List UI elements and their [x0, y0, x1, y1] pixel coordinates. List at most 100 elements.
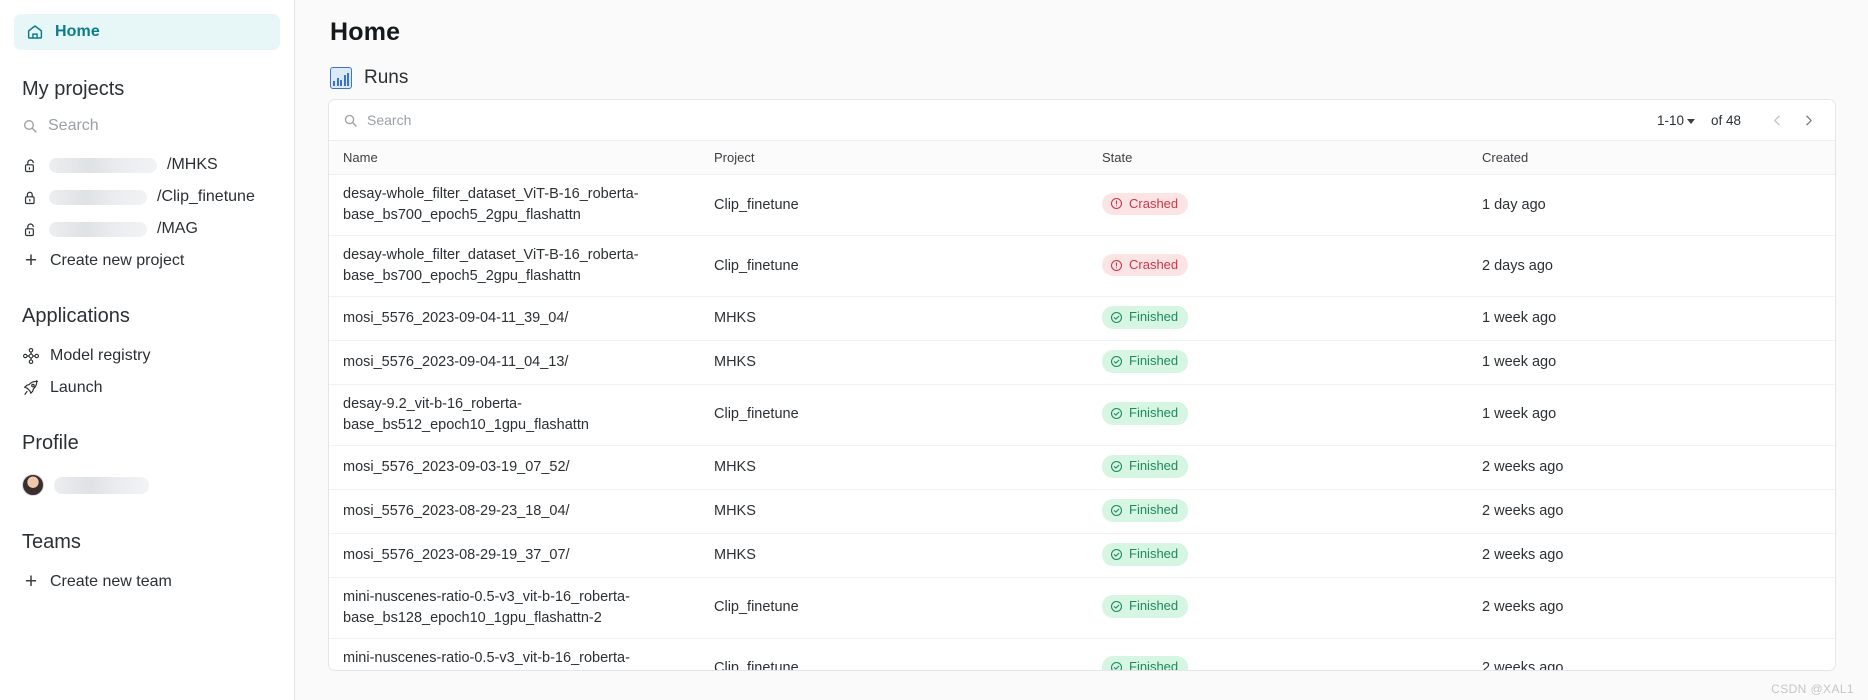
table-row[interactable]: mini-nuscenes-ratio-0.5-v3_vit-b-16_robe…: [329, 577, 1835, 639]
cell-project[interactable]: MHKS: [714, 533, 1102, 578]
chevron-left-icon: [1773, 115, 1780, 125]
table-row[interactable]: desay-9.2_vit-b-16_roberta-base_bs512_ep…: [329, 384, 1835, 446]
page-range-label: 1-10: [1656, 112, 1684, 128]
cell-project[interactable]: Clip_finetune: [714, 235, 1102, 298]
check-circle-icon: [1110, 311, 1123, 324]
table-row[interactable]: mosi_5576_2023-09-04-11_39_04/MHKS Finish…: [329, 296, 1835, 341]
cell-created: 1 week ago: [1482, 340, 1835, 385]
runs-title: Runs: [364, 67, 409, 88]
redacted-username: [54, 476, 149, 494]
cell-project[interactable]: MHKS: [714, 340, 1102, 385]
column-header-created[interactable]: Created: [1482, 141, 1835, 175]
rocket-icon: [22, 379, 40, 397]
alert-circle-icon: [1110, 259, 1123, 271]
chevron-right-icon: [1805, 115, 1812, 125]
cell-project[interactable]: MHKS: [714, 489, 1102, 534]
sidebar-project-mag-label: /MAG: [157, 220, 198, 237]
plus-icon: +: [24, 570, 38, 593]
pagination-prev-button[interactable]: [1764, 107, 1790, 133]
cell-run-name[interactable]: mosi_5576_2023-09-04-11_39_04/: [329, 296, 714, 341]
runs-card: Search 1-10 of 48 Name Project State Cre…: [328, 99, 1836, 671]
status-badge: Crashed: [1102, 192, 1189, 216]
check-circle-icon: [1110, 460, 1123, 472]
table-row[interactable]: mosi_5576_2023-09-03-19_07_52/MHKS Finish…: [329, 445, 1835, 490]
sidebar-project-mhks-label: /MHKS: [167, 156, 218, 173]
avatar: [22, 474, 44, 496]
cell-state: Finished: [1102, 577, 1482, 639]
sidebar-profile-user[interactable]: [14, 467, 280, 503]
sidebar-project-mag[interactable]: /MAG: [14, 213, 280, 245]
status-badge-label: Finished: [1129, 545, 1179, 561]
check-circle-icon: [1110, 355, 1123, 367]
sidebar-item-model-registry-label: Model registry: [50, 347, 151, 364]
page-total-label: of 48: [1710, 112, 1741, 128]
status-badge: Finished: [1102, 454, 1189, 478]
cell-run-name[interactable]: mosi_5576_2023-09-03-19_07_52/: [329, 445, 714, 490]
cell-project[interactable]: Clip_finetune: [714, 577, 1102, 639]
cell-run-name[interactable]: mosi_5576_2023-08-29-23_18_04/: [329, 489, 714, 534]
status-badge-label: Finished: [1129, 309, 1179, 325]
cell-run-name[interactable]: mini-nuscenes-ratio-0.5-v3_vit-b-16_robe…: [329, 577, 714, 639]
page-title: Home: [330, 18, 401, 46]
column-header-name[interactable]: Name: [329, 141, 714, 175]
create-new-team-button[interactable]: + Create new team: [14, 566, 280, 598]
sidebar-project-clip-finetune-label: /Clip_finetune: [157, 188, 255, 205]
unlock-icon: [22, 157, 39, 174]
table-body: desay-whole_filter_dataset_ViT-B-16_robe…: [329, 174, 1835, 670]
page-range-dropdown[interactable]: 1-10: [1657, 113, 1695, 128]
cell-run-name[interactable]: desay-whole_filter_dataset_ViT-B-16_robe…: [329, 174, 714, 237]
cell-state: Finished: [1102, 384, 1482, 446]
status-badge: Finished: [1102, 656, 1189, 670]
table-row[interactable]: mosi_5576_2023-08-29-23_18_04/MHKS Finish…: [329, 489, 1835, 534]
create-new-project-button[interactable]: + Create new project: [14, 245, 280, 277]
app-root: Home My projects Search /MHKS /Clip_fine…: [0, 0, 1868, 700]
sidebar-item-model-registry[interactable]: Model registry: [14, 340, 280, 372]
check-circle-icon: [1110, 408, 1123, 420]
status-badge-label: Crashed: [1129, 195, 1179, 211]
table-row[interactable]: desay-whole_filter_dataset_ViT-B-16_robe…: [329, 235, 1835, 298]
sidebar-item-home[interactable]: Home: [14, 14, 280, 50]
cell-project[interactable]: Clip_finetune: [714, 638, 1102, 670]
table-row[interactable]: mosi_5576_2023-09-04-11_04_13/MHKS Finish…: [329, 340, 1835, 385]
cell-state: Finished: [1102, 445, 1482, 490]
cell-run-name[interactable]: mosi_5576_2023-08-29-19_37_07/: [329, 533, 714, 578]
cell-project[interactable]: MHKS: [714, 296, 1102, 341]
main-content: Home Runs Search 1-10 of 48 Name Project…: [295, 0, 1868, 700]
runs-header: Runs: [330, 67, 1836, 89]
pagination-next-button[interactable]: [1795, 107, 1821, 133]
sidebar-project-clip-finetune[interactable]: /Clip_finetune: [14, 181, 280, 213]
cell-created: 2 weeks ago: [1482, 533, 1835, 578]
redacted-owner: [49, 157, 157, 173]
column-header-project[interactable]: Project: [714, 141, 1102, 175]
status-badge: Finished: [1102, 402, 1189, 426]
alert-circle-icon: [1110, 198, 1123, 210]
model-registry-icon: [22, 347, 40, 365]
check-circle-icon: [1110, 548, 1123, 560]
status-badge: Finished: [1102, 542, 1189, 566]
runs-search-input[interactable]: Search: [343, 112, 411, 128]
cell-project[interactable]: MHKS: [714, 445, 1102, 490]
sidebar: Home My projects Search /MHKS /Clip_fine…: [0, 0, 295, 700]
runs-table: Name Project State Created desay-whole_f…: [329, 141, 1835, 670]
table-row[interactable]: mosi_5576_2023-08-29-19_37_07/MHKS Finish…: [329, 533, 1835, 578]
pagination: 1-10 of 48: [1657, 107, 1821, 133]
sidebar-project-mhks[interactable]: /MHKS: [14, 149, 280, 181]
column-header-state[interactable]: State: [1102, 141, 1482, 175]
cell-project[interactable]: Clip_finetune: [714, 174, 1102, 237]
teams-title: Teams: [22, 531, 81, 553]
cell-state: Finished: [1102, 533, 1482, 578]
cell-run-name[interactable]: mini-nuscenes-ratio-0.5-v3_vit-b-16_robe…: [329, 638, 714, 670]
sidebar-item-launch[interactable]: Launch: [14, 372, 280, 404]
watermark: CSDN @XAL1: [1771, 682, 1854, 696]
cell-run-name[interactable]: desay-whole_filter_dataset_ViT-B-16_robe…: [329, 235, 714, 298]
table-row[interactable]: desay-whole_filter_dataset_ViT-B-16_robe…: [329, 174, 1835, 237]
cell-created: 1 week ago: [1482, 384, 1835, 446]
unlock-icon: [22, 221, 39, 238]
status-badge-label: Finished: [1129, 405, 1179, 421]
cell-project[interactable]: Clip_finetune: [714, 384, 1102, 446]
table-row[interactable]: mini-nuscenes-ratio-0.5-v3_vit-b-16_robe…: [329, 638, 1835, 670]
home-icon: [26, 23, 44, 41]
cell-run-name[interactable]: desay-9.2_vit-b-16_roberta-base_bs512_ep…: [329, 384, 714, 446]
sidebar-search-input[interactable]: Search: [14, 113, 280, 139]
cell-run-name[interactable]: mosi_5576_2023-09-04-11_04_13/: [329, 340, 714, 385]
